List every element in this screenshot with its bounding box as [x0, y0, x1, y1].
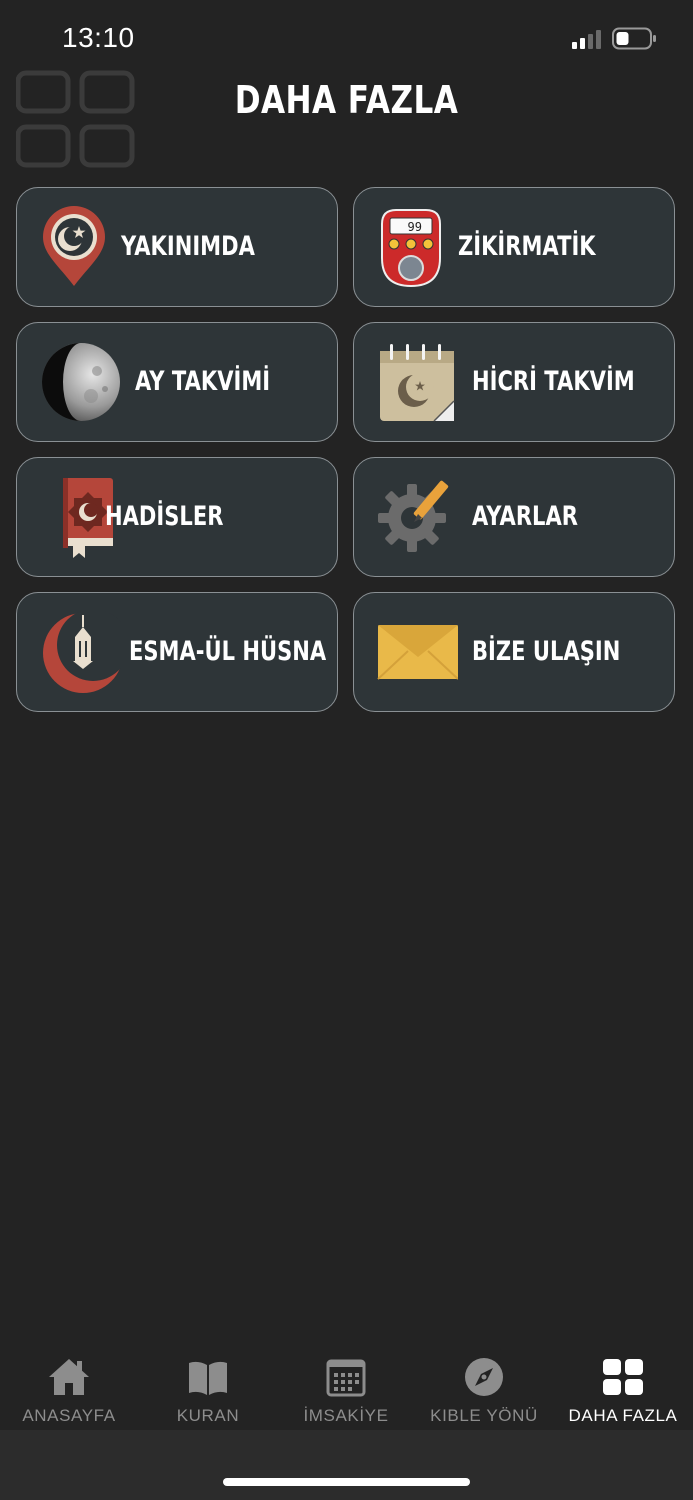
home-indicator-area [0, 1430, 693, 1500]
tab-daha-fazla[interactable]: DAHA FAZLA [554, 1345, 692, 1430]
calendar-grid-icon [326, 1359, 366, 1397]
menu-item-label: HADİSLER [105, 501, 224, 532]
menu-item-label: YAKINIMDA [121, 231, 255, 262]
tab-label: DAHA FAZLA [568, 1406, 678, 1425]
home-icon [49, 1359, 89, 1395]
status-time: 13:10 [62, 22, 135, 53]
menu-item-esma-ul-husna[interactable]: ESMA-ÜL HÜSNA [16, 592, 338, 712]
envelope-icon [377, 625, 458, 680]
page-title: DAHA FAZLA [234, 78, 459, 122]
settings-gear-icon [378, 480, 449, 552]
menu-item-label: AY TAKVİMİ [135, 366, 271, 397]
menu-item-label: AYARLAR [472, 501, 578, 532]
menu-item-label: ZİKİRMATİK [458, 231, 596, 262]
menu-item-hadisler[interactable]: HADİSLER [16, 457, 338, 577]
battery-icon [612, 27, 656, 50]
menu-item-yakinimda[interactable]: YAKINIMDA [16, 187, 338, 307]
menu-item-zikirmatik[interactable]: 99 ZİKİRMATİK [353, 187, 675, 307]
svg-text:99: 99 [408, 220, 422, 234]
tally-counter-icon: 99 [381, 209, 441, 288]
tab-bar: ANASAYFA KURAN İMSAKİYE KIBLE YÖNÜ DAHA … [0, 1345, 693, 1430]
open-book-icon [189, 1361, 227, 1395]
grid-icon [603, 1359, 643, 1395]
compass-icon [465, 1358, 503, 1396]
location-pin-icon [43, 206, 105, 286]
tab-kible-yonu[interactable]: KIBLE YÖNÜ [415, 1345, 553, 1430]
cellular-signal-icon [572, 30, 601, 49]
menu-item-label: HİCRİ TAKVİM [472, 366, 635, 397]
crescent-lantern-icon [43, 611, 121, 693]
menu-item-bize-ulasin[interactable]: BİZE ULAŞIN [353, 592, 675, 712]
menu-item-ayarlar[interactable]: AYARLAR [353, 457, 675, 577]
tab-anasayfa[interactable]: ANASAYFA [0, 1345, 138, 1430]
status-bar: 13:10 [0, 0, 693, 70]
menu-item-label: BİZE ULAŞIN [472, 636, 621, 667]
menu-item-hicri-takvim[interactable]: HİCRİ TAKVİM [353, 322, 675, 442]
moon-icon [42, 343, 120, 421]
calendar-icon [380, 344, 455, 422]
home-indicator[interactable] [223, 1478, 470, 1486]
menu-item-ay-takvimi[interactable]: AY TAKVİMİ [16, 322, 338, 442]
menu-item-label: ESMA-ÜL HÜSNA [129, 636, 327, 667]
